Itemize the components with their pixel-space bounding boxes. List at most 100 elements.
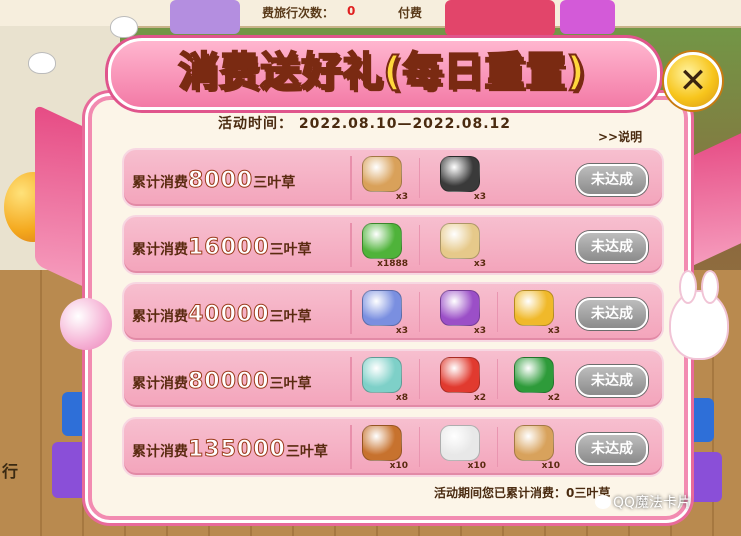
gift-box-icon bbox=[170, 0, 240, 34]
tier-unit: 三叶草 bbox=[269, 242, 312, 258]
reward-separator bbox=[419, 292, 420, 332]
tier-condition: 累计消费8000三叶草 bbox=[132, 168, 296, 194]
tier-condition: 累计消费16000三叶草 bbox=[132, 235, 312, 261]
status-button-not-achieved[interactable]: 未达成 bbox=[576, 164, 648, 196]
paid-label: 付费 bbox=[398, 6, 423, 20]
row-divider bbox=[350, 223, 352, 267]
period-label: 活动时间： bbox=[218, 116, 293, 132]
period-value: 2022.08.10—2022.08.12 bbox=[298, 116, 512, 132]
cat-sticker-icon bbox=[28, 52, 56, 74]
reward-qty: x2 bbox=[547, 393, 560, 403]
clover-jar-icon bbox=[440, 290, 480, 326]
reward-qty: x2 bbox=[473, 393, 486, 403]
row-divider bbox=[350, 290, 352, 334]
total-consumption: 活动期间您已累计消费：0三叶草 bbox=[434, 486, 611, 500]
tier-condition: 累计消费80000三叶草 bbox=[132, 369, 312, 395]
mouse-balloon-icon bbox=[60, 298, 112, 350]
reward-item[interactable]: x3 bbox=[354, 154, 410, 202]
reward-item[interactable]: x1888 bbox=[354, 221, 410, 269]
burger-icon bbox=[362, 425, 402, 461]
reward-qty: x3 bbox=[473, 192, 486, 202]
reward-item[interactable]: x3 bbox=[432, 288, 488, 336]
reward-separator bbox=[497, 292, 498, 332]
tier-unit: 三叶草 bbox=[285, 444, 328, 460]
tier-prefix: 累计消费 bbox=[132, 376, 188, 392]
reward-qty: x10 bbox=[467, 461, 486, 471]
bunny-balloon-icon bbox=[669, 270, 729, 360]
gift-box-icon bbox=[560, 0, 615, 34]
tier-amount: 40000 bbox=[188, 302, 270, 328]
trips-value: 0 bbox=[347, 4, 356, 18]
reward-item[interactable]: x2 bbox=[506, 355, 562, 403]
sunflower-seed-icon bbox=[440, 156, 480, 192]
cat-sticker-icon bbox=[110, 16, 138, 38]
clover-crate-icon bbox=[362, 223, 402, 259]
red-pouch-icon bbox=[440, 357, 480, 393]
reward-qty: x10 bbox=[541, 461, 560, 471]
seed-bag-icon bbox=[440, 223, 480, 259]
map-ticket-icon bbox=[362, 357, 402, 393]
watermark: QQ魔法卡片 bbox=[595, 492, 691, 512]
reward-item[interactable]: x3 bbox=[432, 221, 488, 269]
reward-qty: x3 bbox=[473, 326, 486, 336]
event-period: 活动时间： 2022.08.10—2022.08.12 bbox=[218, 113, 511, 133]
tier-condition: 累计消费135000三叶草 bbox=[132, 437, 328, 463]
reward-separator bbox=[419, 225, 420, 265]
tier-unit: 三叶草 bbox=[269, 309, 312, 325]
reward-qty: x3 bbox=[395, 192, 408, 202]
reward-item[interactable]: x3 bbox=[432, 154, 488, 202]
reward-item[interactable]: x8 bbox=[354, 355, 410, 403]
tier-amount: 16000 bbox=[188, 235, 270, 261]
reward-qty: x10 bbox=[389, 461, 408, 471]
tier-unit: 三叶草 bbox=[253, 175, 296, 191]
trips-label: 费旅行次数： bbox=[262, 6, 335, 20]
cookie-pile-icon bbox=[362, 156, 402, 192]
reward-item[interactable]: x10 bbox=[432, 423, 488, 471]
status-button-not-achieved[interactable]: 未达成 bbox=[576, 298, 648, 330]
wechat-icon bbox=[595, 495, 611, 509]
reward-qty: x3 bbox=[473, 259, 486, 269]
close-button[interactable]: ✕ bbox=[664, 52, 722, 110]
tier-prefix: 累计消费 bbox=[132, 309, 188, 325]
reward-qty: x3 bbox=[395, 326, 408, 336]
background-side-label: 行 bbox=[2, 462, 19, 481]
row-divider bbox=[350, 425, 352, 469]
reward-separator bbox=[419, 158, 420, 198]
status-button-not-achieved[interactable]: 未达成 bbox=[576, 433, 648, 465]
tier-prefix: 累计消费 bbox=[132, 175, 188, 191]
gold-coin-icon bbox=[514, 290, 554, 326]
reward-item[interactable]: x2 bbox=[432, 355, 488, 403]
status-button-not-achieved[interactable]: 未达成 bbox=[576, 365, 648, 397]
reward-separator bbox=[419, 359, 420, 399]
reward-item[interactable]: x3 bbox=[506, 288, 562, 336]
dialog-title: 消费送好礼(每日重置) bbox=[177, 48, 586, 96]
reward-item[interactable]: x10 bbox=[506, 423, 562, 471]
row-divider bbox=[350, 357, 352, 401]
reward-separator bbox=[497, 427, 498, 467]
reward-separator bbox=[419, 427, 420, 467]
reward-item[interactable]: x10 bbox=[354, 423, 410, 471]
tier-amount: 8000 bbox=[187, 168, 254, 194]
reward-qty: x3 bbox=[547, 326, 560, 336]
clover-gem-icon bbox=[514, 357, 554, 393]
tier-row: 累计消费40000三叶草 x3 x3 x3 未达成 bbox=[122, 282, 664, 342]
explain-link[interactable]: >>说明 bbox=[598, 128, 642, 145]
reward-qty: x8 bbox=[395, 393, 408, 403]
reward-item[interactable]: x3 bbox=[354, 288, 410, 336]
tier-row: 累计消费8000三叶草 x3 x3 未达成 bbox=[122, 148, 664, 208]
tier-row: 累计消费80000三叶草 x8 x2 x2 未达成 bbox=[122, 349, 664, 409]
watermark-text: QQ魔法卡片 bbox=[613, 495, 692, 511]
tier-row: 累计消费16000三叶草 x1888 x3 未达成 bbox=[122, 215, 664, 275]
tier-amount: 80000 bbox=[188, 369, 270, 395]
tier-unit: 三叶草 bbox=[269, 376, 312, 392]
rice-ball-icon bbox=[440, 425, 480, 461]
reward-separator bbox=[497, 359, 498, 399]
gift-box-icon bbox=[445, 0, 555, 36]
biscuit-pile-icon bbox=[514, 425, 554, 461]
speed-up-ticket-icon bbox=[362, 290, 402, 326]
tier-row: 累计消费135000三叶草 x10 x10 x10 未达成 bbox=[122, 417, 664, 477]
tier-prefix: 累计消费 bbox=[132, 444, 188, 460]
tier-amount: 135000 bbox=[188, 437, 286, 463]
status-button-not-achieved[interactable]: 未达成 bbox=[576, 231, 648, 263]
tier-prefix: 累计消费 bbox=[132, 242, 188, 258]
